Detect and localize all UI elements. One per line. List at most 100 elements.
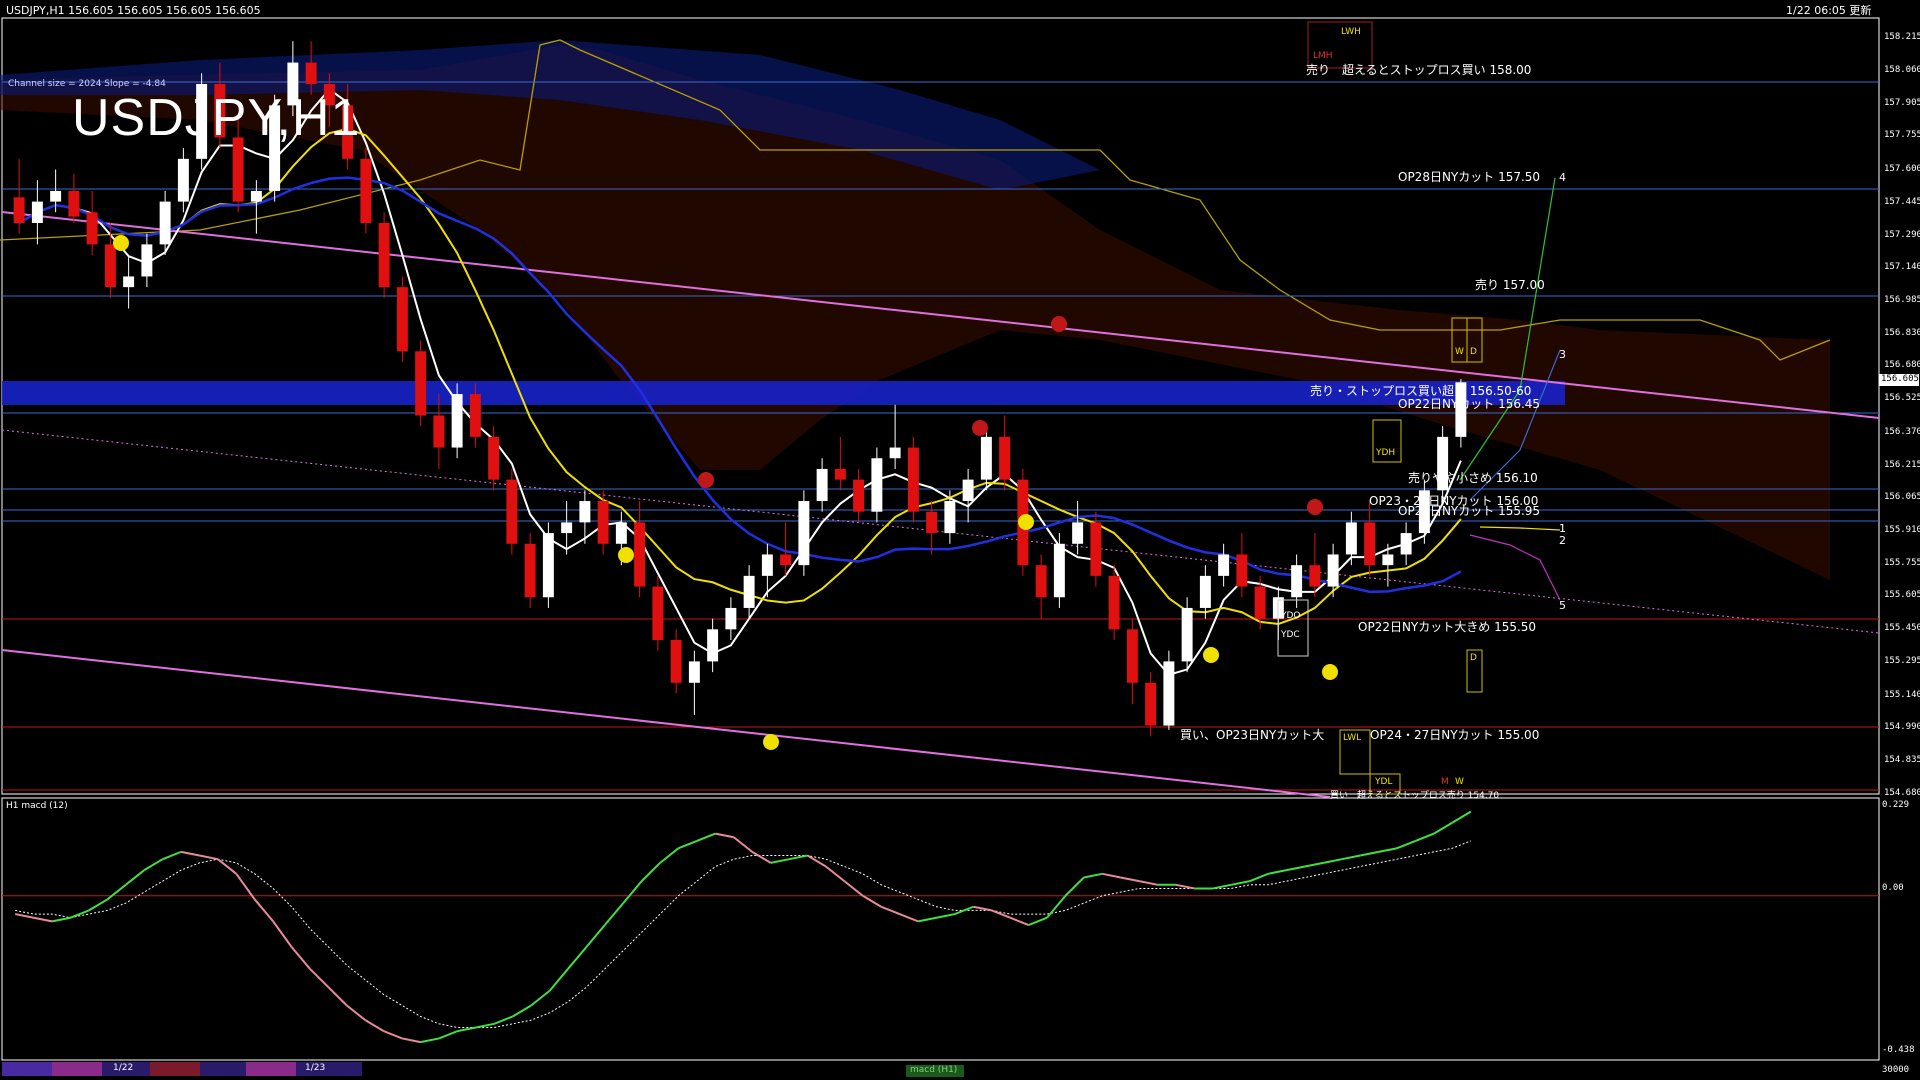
candle-body — [670, 640, 682, 683]
candle-body — [1090, 522, 1102, 576]
macd-line-segment — [364, 1019, 385, 1032]
macd-panel-border — [1, 797, 1880, 1061]
candle-body — [415, 351, 427, 416]
wave-label: 5 — [1559, 599, 1566, 612]
macd-line-segment — [1102, 872, 1121, 879]
macd-line-segment — [1286, 865, 1306, 872]
macd-line-segment — [125, 869, 145, 886]
candle-body — [579, 501, 591, 523]
projection-yellow — [1479, 526, 1561, 531]
price-tick: 155.755 — [1884, 558, 1920, 569]
price-tick: 156.215 — [1884, 459, 1920, 470]
candle-body — [542, 533, 554, 598]
macd-line-segment — [954, 905, 974, 915]
macd-tick: -0.438 — [1882, 1045, 1915, 1055]
candle-body — [1108, 575, 1120, 630]
macd-line-segment — [1451, 810, 1472, 824]
macd-line-segment — [1415, 832, 1435, 842]
bottom-right-value: 30000 — [1882, 1065, 1910, 1075]
price-tick: 158.215 — [1884, 32, 1920, 42]
macd-line-segment — [1378, 847, 1398, 853]
candle-body — [926, 511, 938, 534]
macd-line-segment — [51, 916, 71, 923]
macd-line-segment — [401, 1037, 421, 1044]
candle-body — [469, 394, 481, 437]
wave-label: 3 — [1559, 348, 1566, 361]
macd-line-segment — [733, 836, 753, 853]
macd-label: H1 macd (12) — [6, 801, 68, 811]
candle-body — [360, 158, 372, 223]
level-label: 買い、OP23日NYカット大 — [1180, 728, 1325, 742]
date-label: 1/23 — [305, 1063, 326, 1073]
candle-body — [13, 197, 25, 223]
candle-body — [980, 436, 992, 480]
candle-body — [506, 479, 518, 544]
candle-body — [433, 415, 445, 448]
indicator-tab-label[interactable]: macd (H1) — [910, 1066, 957, 1075]
macd-line-segment — [1323, 858, 1343, 864]
macd-line-segment — [162, 850, 182, 861]
candle-body — [305, 62, 317, 84]
macd-line-segment — [1028, 916, 1048, 926]
candle-body — [816, 468, 828, 502]
candle-body — [853, 479, 865, 512]
macd-signal-line — [15, 840, 1471, 1028]
candle-body — [86, 212, 98, 245]
price-tick: 154.680 — [1884, 788, 1920, 798]
candle-body — [232, 137, 244, 202]
current-price-label: 156.605 — [1881, 374, 1919, 384]
candle-body — [250, 190, 262, 202]
price-tick: 157.290 — [1884, 229, 1920, 240]
macd-line-segment — [659, 847, 680, 864]
macd-line-segment — [585, 924, 606, 948]
price-tick: 155.140 — [1884, 689, 1920, 700]
candle-body — [1126, 629, 1138, 683]
tag-d: D — [1470, 347, 1477, 357]
level-label: 売り 157.00 — [1475, 278, 1545, 292]
tag-m: M — [1441, 777, 1449, 787]
tag-d2: D — [1470, 653, 1477, 663]
macd-line-segment — [88, 898, 108, 912]
macd-line-segment — [825, 865, 845, 882]
wave-label: 2 — [1559, 534, 1566, 547]
macd-line-segment — [880, 905, 900, 915]
price-tick: 154.835 — [1884, 754, 1920, 765]
candle-body — [488, 436, 500, 480]
price-tick: 155.910 — [1884, 524, 1920, 535]
tag-ydl: YDL — [1375, 777, 1393, 787]
candle-body — [1072, 522, 1084, 544]
candle-body — [159, 201, 171, 245]
price-tick: 155.295 — [1884, 656, 1920, 667]
macd-line-segment — [640, 862, 661, 882]
macd-line-segment — [33, 916, 53, 923]
macd-line-segment — [678, 839, 698, 850]
tag-w: W — [1455, 347, 1464, 357]
price-tick: 156.985 — [1884, 295, 1920, 306]
macd-line-segment — [1046, 895, 1067, 919]
candle-body — [561, 522, 573, 534]
candle-body — [871, 458, 883, 512]
macd-line-segment — [788, 854, 808, 861]
candle-body — [1309, 565, 1321, 587]
price-tick: 155.605 — [1884, 590, 1920, 601]
candle-body — [834, 468, 846, 480]
candle-body — [524, 543, 536, 598]
candle-body — [1218, 554, 1230, 576]
macd-line-segment — [1249, 872, 1269, 883]
macd-line-segment — [770, 858, 790, 864]
macd-tick: 0.229 — [1882, 800, 1910, 810]
price-tick: 157.600 — [1884, 163, 1920, 174]
price-tick: 158.060 — [1884, 65, 1920, 76]
wave-label: 4 — [1559, 171, 1566, 184]
macd-line-segment — [604, 902, 625, 926]
candle-body — [1291, 565, 1303, 598]
price-tick: 156.065 — [1884, 491, 1920, 502]
macd-line-segment — [715, 832, 734, 839]
macd-line-segment — [106, 884, 127, 901]
candle-body — [1053, 543, 1065, 598]
candle-body — [889, 447, 901, 459]
price-tick: 156.370 — [1884, 426, 1920, 437]
candle-body — [725, 607, 737, 630]
macd-line-segment — [567, 946, 588, 970]
symbol-info: USDJPY,H1 156.605 156.605 156.605 156.60… — [6, 4, 261, 17]
